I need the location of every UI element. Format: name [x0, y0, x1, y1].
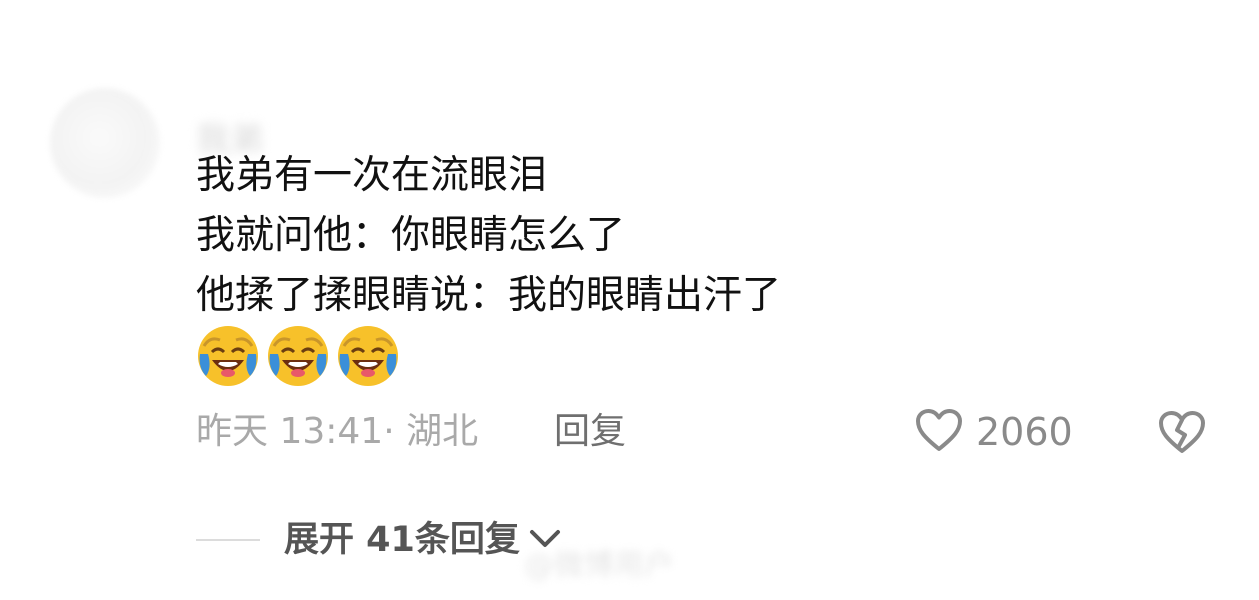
timestamp-location: 昨天 13:41· 湖北 [196, 411, 479, 452]
like-button[interactable]: 2060 [914, 406, 1073, 458]
reply-button[interactable]: 回复 [554, 408, 626, 456]
dislike-button[interactable] [1156, 408, 1208, 456]
comment-body: 我弟有一次在流眼泪 我就问他：你眼睛怎么了 他揉了揉眼睛说：我的眼睛出汗了 [196, 148, 1096, 328]
comment-card: 我弟 我弟有一次在流眼泪 我就问他：你眼睛怎么了 他揉了揉眼睛说：我的眼睛出汗了 [0, 0, 1259, 600]
comment-meta: 昨天 13:41· 湖北 回复 2060 [196, 404, 1216, 460]
comment-line: 他揉了揉眼睛说：我的眼睛出汗了 [196, 273, 782, 318]
divider [196, 539, 260, 541]
like-count: 2060 [976, 410, 1073, 454]
avatar[interactable] [50, 88, 160, 198]
heart-outline-icon [914, 407, 964, 457]
comment-line: 我就问他：你眼睛怎么了 [196, 213, 626, 258]
emoji-row [196, 324, 400, 390]
laughing-crying-emoji-icon [336, 324, 400, 388]
watermark: @微博用户 [524, 548, 674, 583]
expand-replies-button[interactable]: 展开 41条回复 [284, 516, 562, 564]
expand-replies-label: 展开 41条回复 [284, 520, 520, 560]
laughing-crying-emoji-icon [266, 324, 330, 388]
expand-replies-row: 展开 41条回复 [196, 512, 562, 568]
laughing-crying-emoji-icon [196, 324, 260, 388]
broken-heart-icon [1156, 411, 1208, 460]
comment-line: 我弟有一次在流眼泪 [196, 153, 548, 198]
